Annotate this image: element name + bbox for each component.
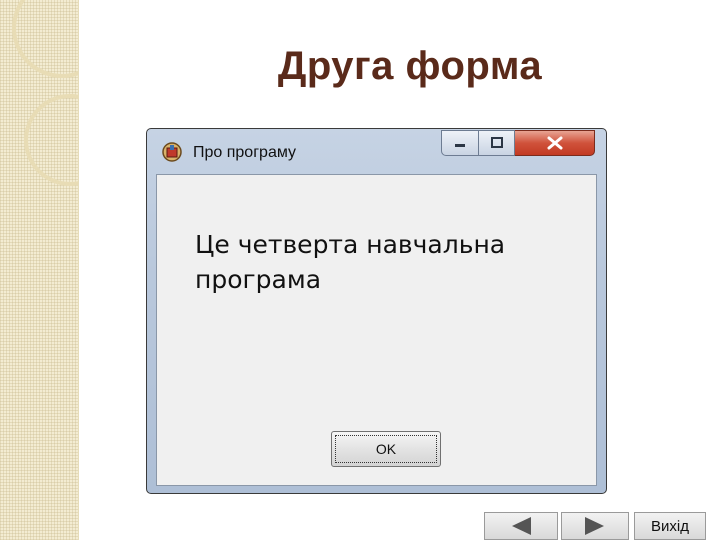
decorative-circles [12,0,78,186]
minimize-icon [455,144,465,147]
close-button[interactable] [515,130,595,156]
triangle-left-icon [512,517,531,535]
maximize-button[interactable] [479,130,515,156]
dialog-message: Це четверта навчальна програма [195,230,506,294]
window-title: Про програму [193,144,297,161]
about-dialog-window: Про програму Це четверта навчальна прогр… [146,128,607,494]
focus-rectangle [335,435,437,463]
next-slide-button[interactable] [561,512,629,540]
previous-slide-button[interactable] [484,512,558,540]
maximize-icon [490,137,503,148]
ok-button[interactable]: OK [331,431,441,467]
slide-title: Друга форма [277,44,543,88]
exit-button[interactable]: Вихід [634,512,706,540]
triangle-right-icon [585,517,604,535]
exit-button-label: Вихід [651,517,689,535]
minimize-button[interactable] [441,130,479,156]
app-icon [162,142,182,162]
window-titlebar[interactable]: Про програму [147,129,606,169]
dialog-client-area: Це четверта навчальна програма OK [156,174,597,486]
decorative-side-strip [0,0,79,540]
close-icon [547,136,562,150]
